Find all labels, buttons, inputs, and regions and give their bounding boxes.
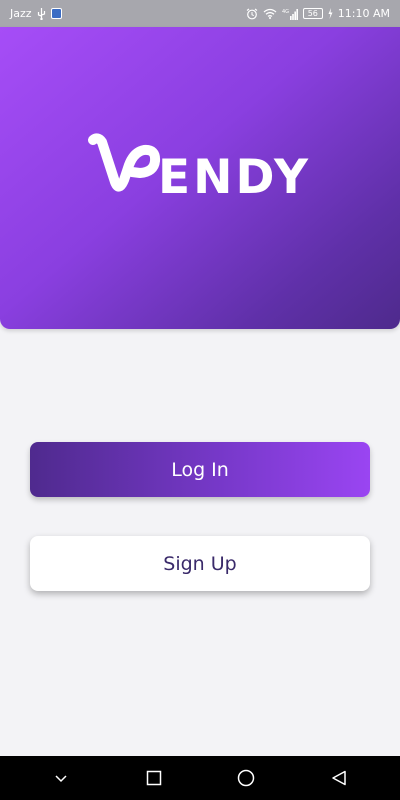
status-right: 4G 56 11:10 AM xyxy=(246,7,390,20)
battery-icon: 56 xyxy=(302,8,323,19)
back-triangle-icon[interactable] xyxy=(319,758,359,798)
svg-text:4G: 4G xyxy=(282,9,289,15)
recents-square-icon[interactable] xyxy=(134,758,174,798)
wifi-icon xyxy=(263,8,277,19)
header-banner: ENDY xyxy=(0,27,400,329)
cell-signal-icon: 4G xyxy=(282,8,298,20)
status-left: Jazz xyxy=(10,7,62,20)
home-circle-icon[interactable] xyxy=(226,758,266,798)
clock-time: 11:10 AM xyxy=(337,7,390,20)
chevron-down-icon[interactable] xyxy=(41,758,81,798)
vendy-logo-v-mark xyxy=(88,133,161,192)
signup-button-label: Sign Up xyxy=(163,552,237,575)
status-bar: Jazz 4G 56 11:10 AM xyxy=(0,0,400,27)
vendy-logo: ENDY xyxy=(88,130,311,204)
signup-button[interactable]: Sign Up xyxy=(30,536,370,591)
notification-app-icon xyxy=(50,8,62,19)
login-button-label: Log In xyxy=(171,458,229,481)
login-button[interactable]: Log In xyxy=(30,442,370,497)
usb-icon xyxy=(37,7,46,20)
alarm-icon xyxy=(246,8,258,20)
battery-level: 56 xyxy=(307,9,318,18)
navigation-bar xyxy=(0,756,400,800)
charging-icon xyxy=(328,8,333,19)
carrier-label: Jazz xyxy=(10,7,32,20)
logo-text: ENDY xyxy=(158,150,312,205)
